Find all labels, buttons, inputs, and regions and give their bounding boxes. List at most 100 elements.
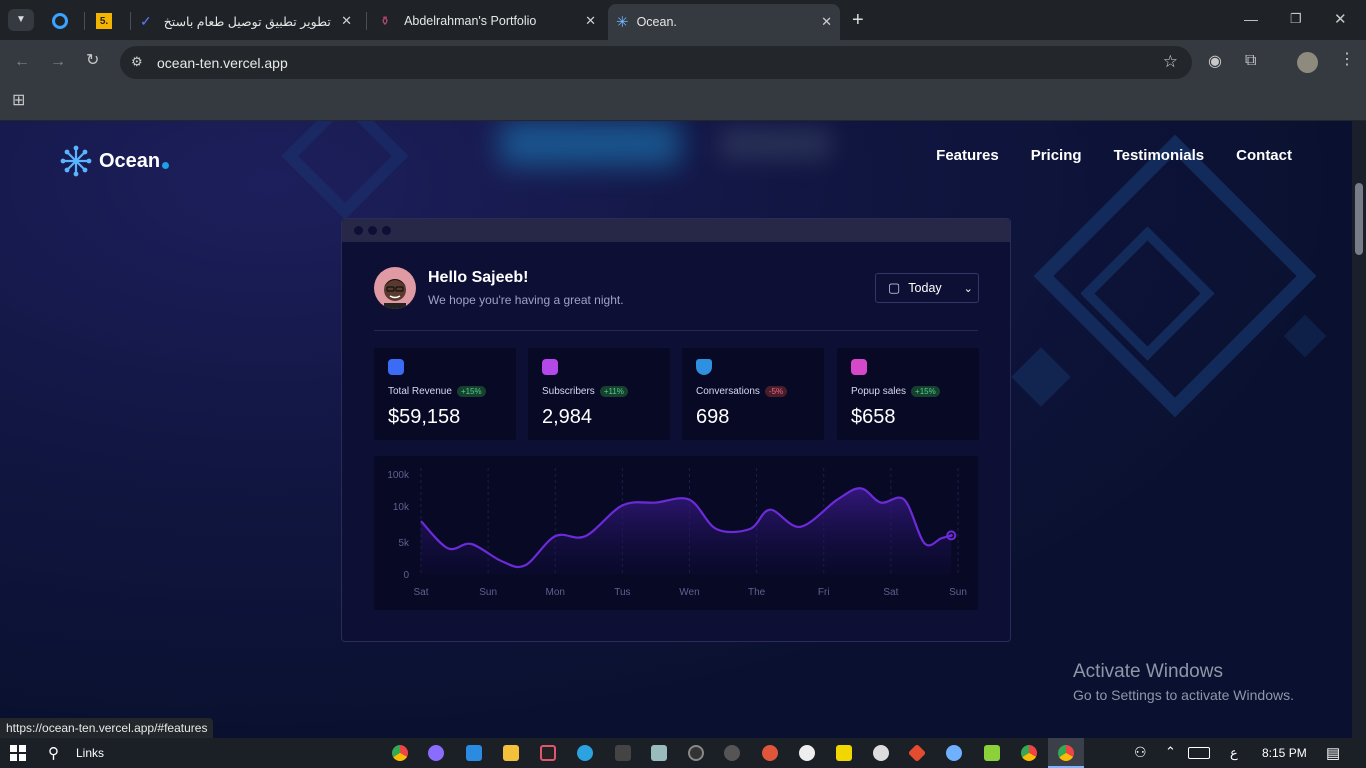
chevron-down-icon: ▼ xyxy=(16,14,26,25)
logo-text: Ocean xyxy=(99,149,161,172)
bulb-icon[interactable] xyxy=(946,745,962,761)
tab-favicon-icon: 5. xyxy=(96,13,112,29)
close-icon[interactable]: ✕ xyxy=(341,13,352,29)
browser-tab-bar: ▼ 5. ✓ تطوير تطبيق توصيل طعام باستخ ✕ ⚱ … xyxy=(0,0,1366,40)
window-icon[interactable] xyxy=(651,745,667,761)
chevron-up-icon[interactable]: ⌃ xyxy=(1165,744,1176,760)
url-text[interactable]: ocean-ten.vercel.app xyxy=(157,55,288,71)
dashboard-preview: Hello Sajeeb! We hope you're having a gr… xyxy=(341,218,1011,642)
stat-value: $658 xyxy=(851,406,896,428)
windows-start-icon[interactable] xyxy=(10,745,26,761)
date-filter-dropdown[interactable]: ▢ Today ⌄ xyxy=(875,273,979,303)
stat-card-revenue: Total Revenue +15% $59,158 xyxy=(374,348,516,440)
menu-icon[interactable]: ⋮ xyxy=(1339,52,1355,68)
terminal-icon[interactable] xyxy=(615,745,631,761)
notifications-icon[interactable]: ▤ xyxy=(1326,744,1340,762)
tab-1[interactable] xyxy=(44,6,80,36)
restore-button[interactable]: ❐ xyxy=(1290,12,1302,25)
x-tick-label: Sat xyxy=(883,587,898,598)
alarm-icon[interactable] xyxy=(799,745,815,761)
clock-time[interactable]: 8:15 PM xyxy=(1262,746,1307,760)
tab-search-button[interactable]: ▼ xyxy=(8,9,34,31)
tab-2[interactable]: 5. xyxy=(90,6,126,36)
github-icon[interactable] xyxy=(428,745,444,761)
eye-icon[interactable]: ◉ xyxy=(1208,54,1222,70)
extensions-icon[interactable]: ⧉ xyxy=(1245,53,1256,69)
circle-icon xyxy=(52,13,68,29)
keyboard-icon[interactable] xyxy=(1188,747,1210,759)
y-tick-label: 0 xyxy=(403,570,409,581)
list-icon xyxy=(542,359,558,375)
profile-avatar[interactable] xyxy=(1297,52,1318,73)
vscode-icon[interactable] xyxy=(466,745,482,761)
reload-button[interactable]: ↻ xyxy=(86,53,99,69)
link-status-bar: https://ocean-ten.vercel.app/#features xyxy=(0,718,214,738)
nav-features[interactable]: Features xyxy=(936,147,999,164)
sticky-notes-icon[interactable] xyxy=(836,745,852,761)
bookmark-star-icon[interactable]: ☆ xyxy=(1163,52,1178,72)
x-tick-label: Sun xyxy=(949,587,967,598)
greeting-title: Hello Sajeeb! xyxy=(428,269,529,286)
page-scrollbar[interactable] xyxy=(1352,121,1366,738)
game-icon[interactable] xyxy=(873,745,889,761)
tab-5-active[interactable]: ✳ Ocean. ✕ xyxy=(608,4,840,40)
site-settings-icon[interactable]: ⚙ xyxy=(131,54,143,70)
user-avatar xyxy=(374,267,416,309)
chevron-down-icon: ⌄ xyxy=(963,282,973,295)
site-logo[interactable]: Ocean xyxy=(60,145,170,177)
new-tab-button[interactable]: + xyxy=(852,10,864,30)
chrome-icon-2[interactable] xyxy=(1021,745,1037,761)
windows-taskbar: ⚲ Links ⚇ ⌃ ع 8:15 PM ▤ xyxy=(0,738,1366,768)
stat-card-subscribers: Subscribers +11% 2,984 xyxy=(528,348,670,440)
close-window-button[interactable]: ✕ xyxy=(1334,12,1347,27)
bookmarks-bar: ⊞ xyxy=(0,85,1366,121)
forward-button[interactable]: → xyxy=(50,54,66,70)
web-page: Ocean Features Pricing Testimonials Cont… xyxy=(0,121,1352,738)
close-icon[interactable]: ✕ xyxy=(585,13,596,29)
x-tick-label: Fri xyxy=(818,587,830,598)
area-chart: 100k 10k 5k 0 Sat Sun Mon Tus Wen The Fri Sat Sun xyxy=(387,468,967,598)
logo-dot xyxy=(162,162,170,169)
browser-toolbar: ← → ↻ ⚙ ocean-ten.vercel.app ☆ ◉ ⧉ ⋮ xyxy=(0,40,1366,85)
clock-app-icon[interactable] xyxy=(762,745,778,761)
tab-4[interactable]: ⚱ Abdelrahman's Portfolio ✕ xyxy=(372,6,604,36)
apps-grid-icon[interactable]: ⊞ xyxy=(12,93,25,109)
stat-value: $59,158 xyxy=(388,406,461,428)
y-tick-label: 10k xyxy=(393,502,410,513)
bar-chart-icon xyxy=(851,359,867,375)
stat-value: 698 xyxy=(696,406,730,428)
language-indicator[interactable]: ع xyxy=(1230,745,1238,761)
taskbar-search-label[interactable]: Links xyxy=(76,746,104,760)
y-tick-label: 100k xyxy=(387,470,410,481)
minimize-button[interactable]: — xyxy=(1244,12,1258,26)
file-explorer-icon[interactable] xyxy=(503,745,519,761)
x-tick-label: Sat xyxy=(413,587,428,598)
close-icon[interactable]: ✕ xyxy=(821,14,832,30)
nav-testimonials[interactable]: Testimonials xyxy=(1114,147,1205,164)
git-icon[interactable] xyxy=(907,743,927,763)
address-bar[interactable]: ⚙ ocean-ten.vercel.app ☆ xyxy=(120,46,1192,79)
figma-icon[interactable] xyxy=(540,745,556,761)
x-tick-label: The xyxy=(748,587,766,598)
nav-pricing[interactable]: Pricing xyxy=(1031,147,1082,164)
nav-contact[interactable]: Contact xyxy=(1236,147,1292,164)
app-icon[interactable] xyxy=(688,745,704,761)
search-icon[interactable]: ⚲ xyxy=(48,744,59,762)
eye-icon[interactable] xyxy=(724,745,740,761)
calendar-icon: ▢ xyxy=(888,280,901,295)
change-badge: +15% xyxy=(456,386,486,397)
tab-favicon-icon: ✓ xyxy=(140,12,152,29)
x-tick-label: Sun xyxy=(479,587,497,598)
chrome-icon[interactable] xyxy=(392,745,408,761)
scrollbar-thumb[interactable] xyxy=(1355,183,1363,255)
telegram-icon[interactable] xyxy=(577,745,593,761)
snowflake-icon: ✳ xyxy=(616,14,629,31)
change-badge: +15% xyxy=(911,386,940,397)
chrome-icon-active[interactable] xyxy=(1058,745,1074,761)
x-tick-label: Mon xyxy=(546,587,565,598)
editor-icon[interactable] xyxy=(984,745,1000,761)
shield-icon xyxy=(696,359,712,375)
tab-3[interactable]: ✓ تطوير تطبيق توصيل طعام باستخ ✕ xyxy=(134,6,360,36)
back-button[interactable]: ← xyxy=(14,54,30,70)
people-icon[interactable]: ⚇ xyxy=(1134,744,1147,761)
